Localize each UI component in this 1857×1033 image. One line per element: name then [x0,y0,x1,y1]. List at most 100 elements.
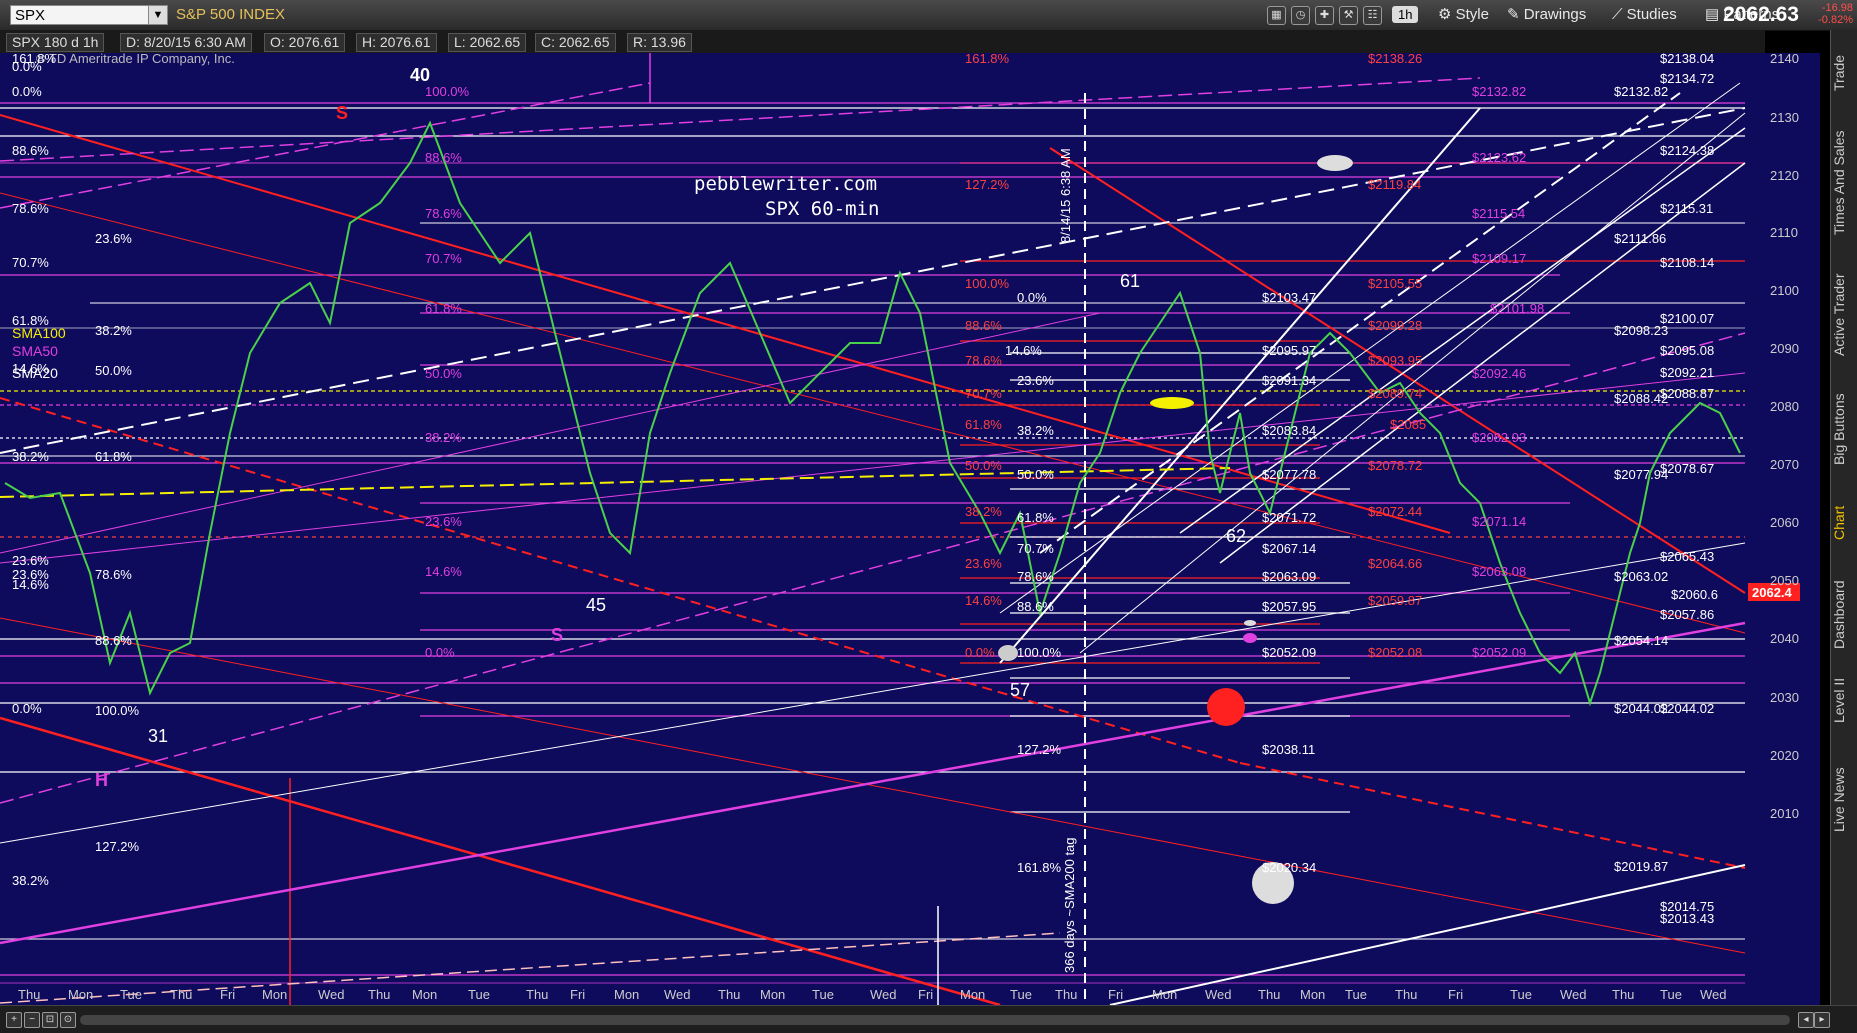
scroll-left-icon[interactable]: ◂ [1798,1012,1814,1028]
drawings-menu[interactable]: ✎ Drawings [1507,5,1586,25]
price-label-red: $2085 [1390,417,1427,432]
price-label-right: $2088.42 [1614,391,1669,406]
fib-label-white: 70.7% [1017,541,1054,556]
side-tab-active-trader[interactable]: Active Trader [1831,255,1857,375]
symbol-input[interactable]: SPX ▼ [10,5,168,25]
price-label-white: $2038.11 [1262,742,1316,757]
time-axis-tick: Fri [1448,987,1464,1002]
side-tab-trade[interactable]: Trade [1831,38,1857,108]
fib-label-mid: 23.6% [425,514,462,529]
price-label-magenta: $2052.09 [1472,645,1527,660]
info-symbol[interactable]: SPX 180 d 1h [6,33,105,52]
price-label-right: $2060.6 [1671,587,1718,602]
price-label-magenta: $2063.08 [1472,564,1527,579]
studies-menu[interactable]: ⟋ Studies [1612,5,1677,25]
change-value: -16.98 [1821,2,1853,14]
reset-icon[interactable]: ⊙ [60,1012,76,1028]
drawings-label: Drawings [1523,6,1587,23]
sma50-label: SMA50 [12,343,58,359]
chart-scrollbar[interactable] [80,1015,1790,1025]
price-label-red: $2064.66 [1368,556,1423,571]
fib-label-left: 78.6% [95,567,132,582]
price-label-right: $2095.08 [1660,343,1715,358]
time-axis-tick: Mon [68,987,94,1002]
time-axis-tick: Tue [1510,987,1532,1002]
zoom-fit-icon[interactable]: ⊡ [42,1012,58,1028]
wave-label: S [336,103,349,123]
fib-label-red: 0.0% [965,645,995,660]
time-axis-tick: Tue [1345,987,1367,1002]
price-label-right: $2092.21 [1660,365,1715,380]
fib-label-white: 0.0% [1017,290,1047,305]
price-label-red: $2059.87 [1368,593,1423,608]
timeframe-button[interactable]: 1h [1392,6,1419,23]
chart-labels: © TD Ameritrade IP Company, Inc. pebblew… [0,51,1820,1005]
price-axis-tick: 2090 [1770,341,1799,356]
side-tab-times-and-sales[interactable]: Times And Sales [1831,118,1857,248]
zoom-in-icon[interactable]: + [6,1012,22,1028]
price-label-magenta: $2101.98 [1490,301,1545,316]
wave-label: 62 [1226,526,1247,546]
time-axis-tick: Fri [220,987,236,1002]
ohlc-info-bar: SPX 180 d 1h D: 8/20/15 6:30 AM O: 2076.… [0,30,1765,53]
style-icon: ⚙ [1438,6,1456,23]
time-axis-tick: Tue [120,987,142,1002]
index-name: S&P 500 INDEX [176,6,285,23]
bottom-bar: + − ⊡ ⊙ ◂ ▸ [0,1005,1857,1033]
info-date: D: 8/20/15 6:30 AM [120,33,252,52]
time-axis[interactable]: Thu Mon Tue Thu Fri Mon Wed Thu Mon Tue Thu Fri Mon W… [0,985,1745,1005]
price-axis[interactable]: 2140 2130 2120 2110 2100 2090 2080 2070 2060 2050… [1748,51,1820,1005]
style-menu[interactable]: ⚙ Style [1438,5,1489,25]
side-tab-level-ii[interactable]: Level II [1831,670,1857,730]
info-open: O: 2076.61 [264,33,346,52]
fib-label-left: 78.6% [12,201,49,216]
calendar-icon[interactable]: ▦ [1267,6,1286,25]
clock-icon[interactable]: ◷ [1291,6,1310,25]
fib-label-mid: 61.8% [425,301,462,316]
price-label-right: $2124.38 [1660,143,1715,158]
time-axis-tick: Tue [1010,987,1032,1002]
crosshair-icon[interactable]: ✚ [1315,6,1334,25]
price-chart[interactable]: © TD Ameritrade IP Company, Inc. pebblew… [0,51,1820,1007]
price-label-red: $2072.44 [1368,504,1423,519]
fib-label-left: 14.6% [12,577,49,592]
time-axis-tick: Wed [870,987,897,1002]
side-tab-chart[interactable]: Chart [1831,485,1857,560]
price-label-magenta: $2115.54 [1472,206,1526,221]
fib-label-white: 161.8% [1017,860,1062,875]
fib-label-mid: 100.0% [425,84,470,99]
price-change: -16.98 -0.82% [1818,2,1853,26]
wave-label: 45 [586,595,607,615]
fib-label-left: 88.6% [12,143,49,158]
side-tab-dashboard[interactable]: Dashboard [1831,570,1857,660]
wave-label: 61 [1120,271,1141,291]
fib-label-left: 0.0% [12,701,42,716]
price-axis-tick: 2010 [1770,806,1799,821]
fib-label-red: 14.6% [965,593,1002,608]
price-label-red: $2119.84 [1368,177,1422,192]
price-label-right: $2063.02 [1614,569,1669,584]
fib-label-red: 70.7% [965,386,1002,401]
fib-label-red: 23.6% [965,556,1002,571]
copyright-text: © TD Ameritrade IP Company, Inc. [36,51,235,66]
time-axis-tick: Fri [1108,987,1124,1002]
change-percent: -0.82% [1818,14,1853,26]
grid-icon[interactable]: ☷ [1363,6,1382,25]
time-axis-tick: Thu [1395,987,1418,1002]
fib-label-left: 38.2% [95,323,132,338]
time-axis-tick: Wed [1700,987,1727,1002]
symbol-dropdown-icon[interactable]: ▼ [148,6,167,24]
side-tab-live-news[interactable]: Live News [1831,740,1857,860]
tools-icon[interactable]: ⚒ [1339,6,1358,25]
studies-icon: ⟋ [1612,6,1627,23]
wave-label: 57 [1010,680,1031,700]
zoom-out-icon[interactable]: − [24,1012,40,1028]
price-label-red: $2138.26 [1368,51,1423,66]
price-label-right: $2115.31 [1660,201,1714,216]
scroll-right-icon[interactable]: ▸ [1814,1012,1830,1028]
side-tab-big-buttons[interactable]: Big Buttons [1831,382,1857,477]
fib-label-red: 88.6% [965,318,1002,333]
symbol-value: SPX [15,7,46,24]
price-label-white: $2095.97 [1262,343,1317,358]
price-label-right: $2077.94 [1614,467,1669,482]
